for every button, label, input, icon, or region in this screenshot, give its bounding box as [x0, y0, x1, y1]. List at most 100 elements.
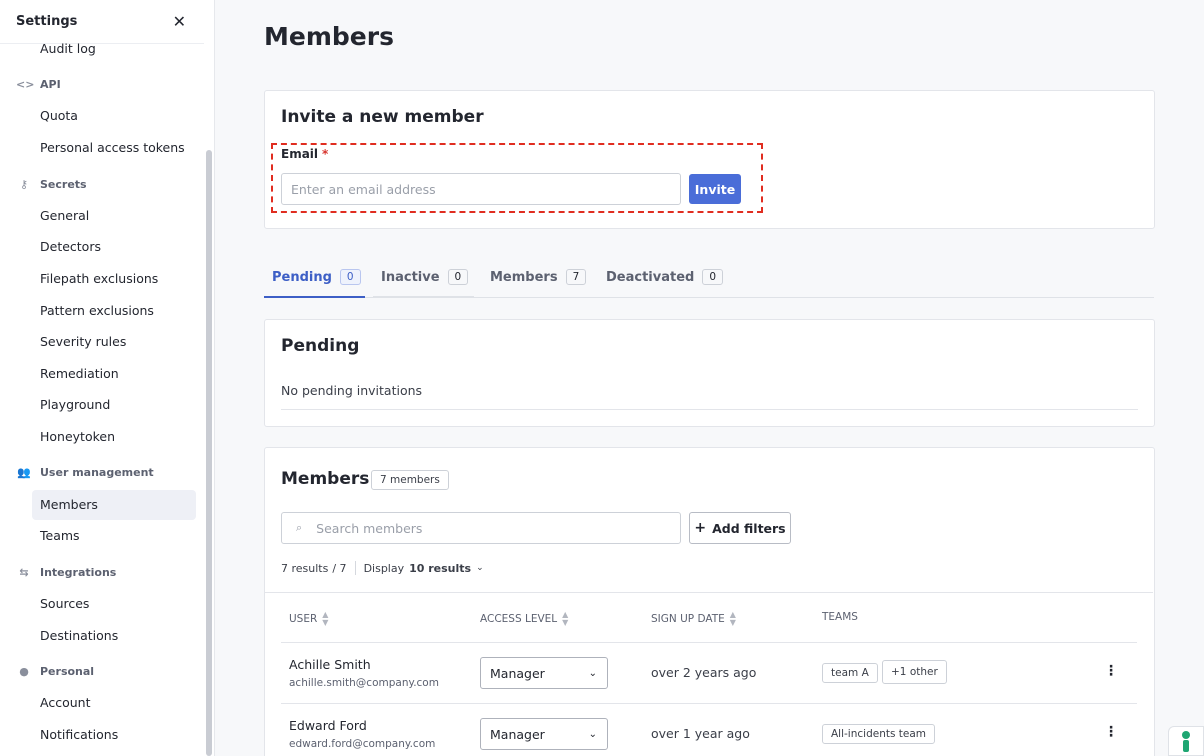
sidebar-item-audit-log[interactable]: Audit log — [40, 41, 96, 56]
sidebar-item-members[interactable]: Members — [40, 497, 98, 512]
invite-button[interactable]: Invite — [689, 174, 741, 204]
tab-label: Pending — [272, 270, 332, 285]
tab-count-badge: 0 — [447, 269, 469, 285]
sidebar-item-personal-access-tokens[interactable]: Personal access tokens — [40, 140, 185, 155]
add-filters-label: Add filters — [712, 520, 786, 536]
members-card: Members 7 members ⌕ Search members + Add… — [264, 447, 1155, 756]
sidebar-section-label: User management — [40, 466, 154, 479]
sidebar-item-remediation[interactable]: Remediation — [40, 366, 119, 381]
column-label: ACCESS LEVEL — [480, 613, 558, 625]
column-header-sign-up-date[interactable]: SIGN UP DATE ▲ ▼ — [651, 611, 736, 627]
email-label: Email * — [281, 147, 328, 161]
members-card-title: Members — [281, 469, 370, 489]
required-mark: * — [322, 147, 329, 161]
sidebar-item-notifications[interactable]: Notifications — [40, 727, 118, 742]
email-input[interactable]: Enter an email address — [281, 173, 681, 205]
access-level-select[interactable]: Manager ⌄ — [480, 718, 608, 750]
tab-count-badge: 0 — [702, 269, 724, 285]
sidebar-section-label: Integrations — [40, 566, 117, 579]
sidebar-item-pattern-exclusions[interactable]: Pattern exclusions — [40, 303, 154, 318]
members-table: USER ▲ ▼ ACCESS LEVEL ▲ ▼ SIGN UP DATE ▲ ▼ … — [265, 592, 1153, 750]
sidebar-section-label: API — [40, 78, 61, 91]
sidebar-item-account[interactable]: Account — [40, 695, 90, 710]
row-divider — [281, 703, 1137, 704]
sort-icon[interactable]: ▲ ▼ — [322, 611, 328, 627]
pending-card-title: Pending — [281, 336, 360, 356]
search-members-input[interactable]: ⌕ Search members — [281, 512, 681, 544]
sidebar-item-playground[interactable]: Playground — [40, 397, 110, 412]
code-icon: <> — [16, 78, 35, 91]
sidebar-item-quota[interactable]: Quota — [40, 108, 78, 123]
sidebar-section-personal: ● Personal — [16, 665, 94, 678]
more-options-icon[interactable]: ⋮ — [1104, 663, 1118, 679]
sidebar-section-integrations: ⇆ Integrations — [16, 566, 116, 579]
access-level-value: Manager — [490, 665, 545, 681]
sidebar-section-api: <> API — [16, 78, 61, 91]
team-badge[interactable]: All-incidents team — [822, 724, 936, 744]
chevron-down-icon: ⌄ — [588, 667, 597, 679]
settings-sidebar: Settings ✕ Audit log <> API Quota Person… — [0, 0, 215, 756]
tab-count-badge: 7 — [565, 269, 587, 285]
tab-pending[interactable]: Pending 0 — [264, 264, 365, 298]
sidebar-item-filepath-exclusions[interactable]: Filepath exclusions — [40, 271, 158, 286]
user-icon: ● — [19, 665, 29, 678]
more-teams-badge[interactable]: +1 other — [882, 660, 947, 684]
tab-label: Deactivated — [606, 270, 695, 285]
sidebar-item-general[interactable]: General — [40, 208, 89, 223]
main-content: Members Invite a new member Email * Enter… — [216, 0, 1204, 756]
member-name: Edward Ford — [289, 718, 367, 733]
results-count: 7 results — [281, 561, 329, 575]
column-header-user[interactable]: USER ▲ ▼ — [289, 611, 328, 627]
email-label-text: Email — [281, 147, 319, 161]
sidebar-section-label: Secrets — [40, 178, 87, 191]
search-icon: ⌕ — [296, 521, 303, 534]
signup-date: over 1 year ago — [651, 726, 750, 741]
column-label: USER — [289, 613, 318, 625]
sidebar-item-destinations[interactable]: Destinations — [40, 628, 118, 643]
member-name: Achille Smith — [289, 657, 371, 672]
display-label: Display — [363, 561, 405, 575]
sort-icon[interactable]: ▲ ▼ — [562, 611, 568, 627]
divider — [354, 561, 356, 575]
access-level-value: Manager — [490, 726, 545, 742]
plus-icon: + — [694, 520, 707, 536]
help-widget-button[interactable] — [1168, 726, 1204, 756]
sidebar-scrollbar[interactable] — [206, 150, 212, 756]
access-level-select[interactable]: Manager ⌄ — [480, 657, 608, 689]
sidebar-item-severity-rules[interactable]: Severity rules — [40, 334, 126, 349]
tab-label: Members — [490, 270, 558, 285]
sidebar-section-label: Personal — [40, 665, 95, 678]
plug-icon: ⇆ — [19, 566, 29, 579]
sidebar-item-sources[interactable]: Sources — [40, 596, 89, 611]
page-title: Members — [264, 22, 394, 51]
tab-members[interactable]: Members 7 — [482, 264, 594, 298]
tab-count-badge: 0 — [339, 269, 361, 285]
row-divider — [281, 642, 1137, 643]
tab-inactive[interactable]: Inactive 0 — [373, 264, 474, 298]
sidebar-item-honeytoken[interactable]: Honeytoken — [40, 429, 115, 444]
member-email: edward.ford@company.com — [289, 738, 436, 750]
sidebar-section-user-management: 👥 User management — [16, 466, 154, 479]
sidebar-item-teams[interactable]: Teams — [40, 528, 80, 543]
sort-icon[interactable]: ▲ ▼ — [730, 611, 736, 627]
sidebar-section-secrets: ⚷ Secrets — [16, 178, 87, 191]
team-badge[interactable]: team A — [822, 663, 878, 683]
column-header-access-level[interactable]: ACCESS LEVEL ▲ ▼ — [480, 611, 568, 627]
sidebar-header: Settings ✕ — [0, 0, 204, 44]
display-results-dropdown[interactable]: 10 results — [409, 562, 471, 575]
tab-label: Inactive — [381, 270, 440, 285]
search-placeholder: Search members — [316, 520, 423, 536]
more-options-icon[interactable]: ⋮ — [1104, 724, 1118, 740]
chevron-down-icon: ⌄ — [588, 728, 597, 740]
tab-deactivated[interactable]: Deactivated 0 — [598, 264, 731, 298]
signup-date: over 2 years ago — [651, 665, 757, 680]
divider — [281, 409, 1138, 410]
add-filters-button[interactable]: + Add filters — [689, 512, 791, 544]
sidebar-item-detectors[interactable]: Detectors — [40, 239, 101, 254]
results-total: / 7 — [332, 561, 347, 575]
invite-card-title: Invite a new member — [281, 107, 484, 127]
close-icon[interactable]: ✕ — [173, 12, 186, 31]
results-summary: 7 results / 7 Display 10 results ⌄ — [281, 561, 484, 575]
chevron-down-icon[interactable]: ⌄ — [476, 563, 484, 573]
invite-card: Invite a new member Email * Enter an emai… — [264, 90, 1155, 229]
